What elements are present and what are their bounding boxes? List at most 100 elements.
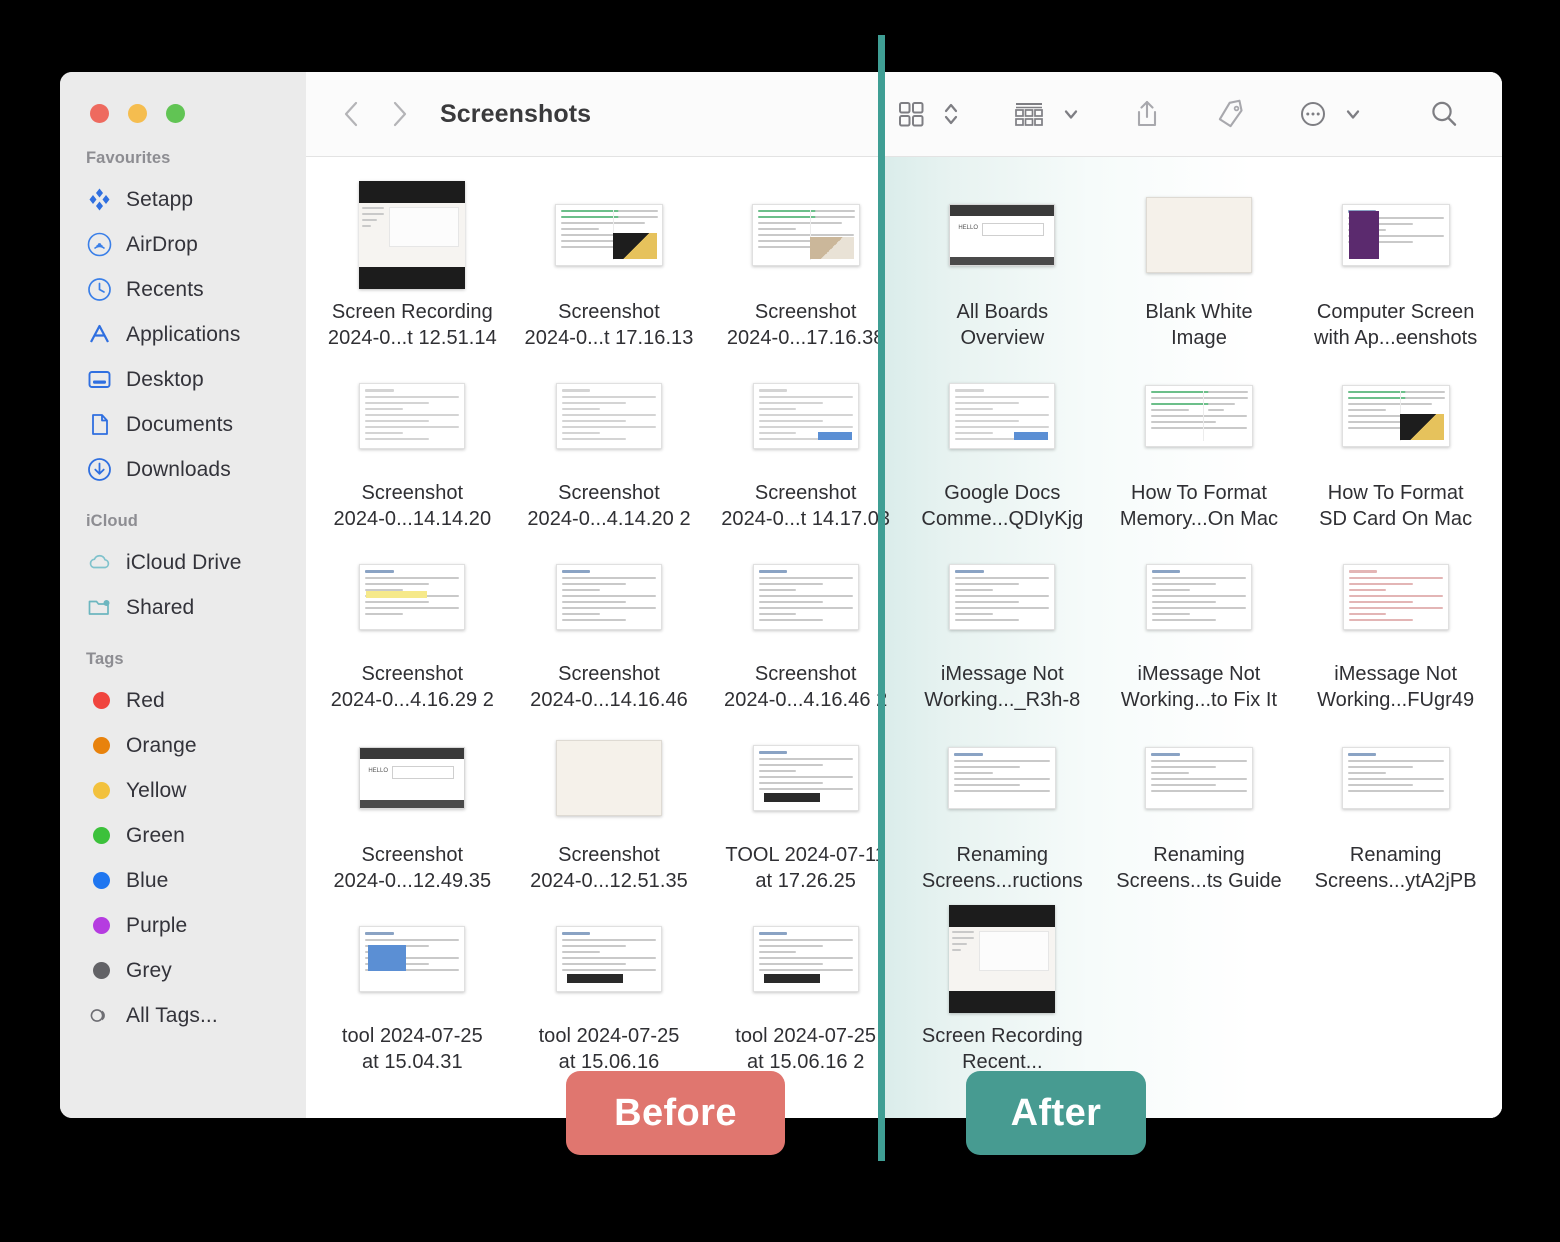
share-icon[interactable] [1116,92,1178,136]
file-thumbnail [555,543,662,651]
search-icon[interactable] [1412,92,1476,136]
sidebar-item-purple[interactable]: Purple [60,903,306,948]
file-item[interactable]: Blank White Image [1101,175,1298,356]
tag-color-dot [93,782,110,799]
file-name-label: tool 2024-07-25 at 15.04.31 [341,1025,483,1073]
sidebar-group: Tags Red Orange Yellow Green Blue Purple Grey Al… [60,650,306,1038]
file-item[interactable]: Computer Screen with Ap...eenshots [1297,175,1494,356]
window-traffic-lights [60,72,306,123]
file-item[interactable]: Screenshot 2024-0...14.16.46 [511,537,708,718]
grid-view-icon[interactable] [880,92,942,136]
file-name-label: Screenshot 2024-0...4.16.46 2 [724,663,887,711]
file-item[interactable]: Screenshot 2024-0...t 17.16.13 [511,175,708,356]
tag-color-dot [93,827,110,844]
file-thumbnail [949,543,1056,651]
sidebar-item-label: Green [126,823,185,847]
sidebar-item-downloads[interactable]: Downloads [60,447,306,492]
file-item[interactable]: How To Format SD Card On Mac [1297,356,1494,537]
file-item[interactable]: iMessage Not Working..._R3h-8 [904,537,1101,718]
before-badge: Before [566,1071,785,1155]
file-name-label: Screenshot 2024-0...4.14.20 2 [527,482,691,530]
file-item[interactable]: HELLO All Boards Overview [904,175,1101,356]
chevron-right-icon[interactable] [388,99,410,129]
file-item[interactable]: Renaming Screens...ts Guide [1101,718,1298,899]
file-thumbnail [1342,543,1449,651]
sidebar-item-label: iCloud Drive [126,550,242,574]
file-item[interactable]: HELLO Screenshot 2024-0...12.49.35 [314,718,511,899]
ellipsis-circle-icon[interactable] [1282,92,1344,136]
file-item[interactable]: Screenshot 2024-0...t 14.17.03 [707,356,904,537]
file-item[interactable]: Screenshot 2024-0...14.14.20 [314,356,511,537]
up-down-chevron-icon[interactable] [942,92,976,136]
sidebar-item-all-tags[interactable]: All Tags... [60,993,306,1038]
sidebar-item-documents[interactable]: Documents [60,402,306,447]
tag-dot-icon [87,823,112,848]
file-item[interactable]: Screenshot 2024-0...12.51.35 [511,718,708,899]
file-item[interactable]: Screenshot 2024-0...4.16.46 2 [707,537,904,718]
group-by-icon[interactable] [996,92,1062,136]
file-item[interactable]: Screen Recording 2024-0...t 12.51.14 [314,175,511,356]
sidebar-item-grey[interactable]: Grey [60,948,306,993]
file-item[interactable]: Renaming Screens...ytA2jPB [1297,718,1494,899]
finder-sidebar: Favourites Setapp AirDrop Recents Applicatio… [60,72,306,1118]
file-thumbnail [1145,543,1252,651]
navigation-arrows [340,99,410,129]
sidebar-item-orange[interactable]: Orange [60,723,306,768]
file-item[interactable]: iMessage Not Working...FUgr49 [1297,537,1494,718]
zoom-button[interactable] [166,104,185,123]
chevron-down-icon[interactable] [1062,92,1096,136]
file-item[interactable]: Renaming Screens...ructions [904,718,1101,899]
sidebar-item-label: AirDrop [126,232,198,256]
after-badge: After [966,1071,1146,1155]
file-name-label: Screenshot 2024-0...4.16.29 2 [330,663,494,711]
sidebar-item-label: Recents [126,277,204,301]
sidebar-list[interactable]: Favourites Setapp AirDrop Recents Applicatio… [60,123,306,1038]
sidebar-item-shared[interactable]: Shared [60,585,306,630]
sidebar-item-recents[interactable]: Recents [60,267,306,312]
close-button[interactable] [90,104,109,123]
sidebar-item-red[interactable]: Red [60,678,306,723]
file-item[interactable]: tool 2024-07-25 at 15.04.31 [314,899,511,1080]
setapp-icon [87,187,112,212]
file-item[interactable]: Screenshot 2024-0...17.16.38 [707,175,904,356]
sidebar-item-airdrop[interactable]: AirDrop [60,222,306,267]
more-chevron-down-icon[interactable] [1344,92,1378,136]
file-item[interactable]: TOOL 2024-07-11 at 17.26.25 [707,718,904,899]
sidebar-item-icloud-drive[interactable]: iCloud Drive [60,540,306,585]
sidebar-item-label: Red [126,688,165,712]
file-item[interactable]: tool 2024-07-25 at 15.06.16 [511,899,708,1080]
file-thumbnail [555,362,662,470]
sidebar-item-green[interactable]: Green [60,813,306,858]
tag-dot-icon [87,958,112,983]
file-item[interactable]: Screen Recording Recent... [904,899,1101,1080]
file-item[interactable]: Screenshot 2024-0...4.14.20 2 [511,356,708,537]
sidebar-item-label: Purple [126,913,188,937]
file-name-label: Renaming Screens...ructions [921,844,1083,892]
sidebar-item-blue[interactable]: Blue [60,858,306,903]
file-item[interactable]: iMessage Not Working...to Fix It [1101,537,1298,718]
file-thumbnail [1341,362,1450,470]
file-name-label: tool 2024-07-25 at 15.06.16 2 [735,1025,877,1073]
chevron-left-icon[interactable] [340,99,362,129]
file-name-label: Screen Recording 2024-0...t 12.51.14 [327,301,497,349]
shared-folder-icon [87,595,112,620]
sidebar-item-applications[interactable]: Applications [60,312,306,357]
tag-color-dot [93,692,110,709]
finder-main: Screenshots Screen Recording 2024-0...t … [306,72,1502,1118]
tag-icon[interactable] [1198,92,1262,136]
file-name-label: tool 2024-07-25 at 15.06.16 [538,1025,680,1073]
minimize-button[interactable] [128,104,147,123]
file-name-label: Blank White Image [1145,301,1253,349]
file-item[interactable]: How To Format Memory...On Mac [1101,356,1298,537]
sidebar-item-label: Documents [126,412,234,436]
sidebar-item-yellow[interactable]: Yellow [60,768,306,813]
download-icon [87,457,112,482]
file-item[interactable]: Screenshot 2024-0...4.16.29 2 [314,537,511,718]
sidebar-item-desktop[interactable]: Desktop [60,357,306,402]
file-cell-empty [1297,899,1494,1080]
sidebar-item-setapp[interactable]: Setapp [60,177,306,222]
file-item[interactable]: Google Docs Comme...QDIyKjg [904,356,1101,537]
file-item[interactable]: tool 2024-07-25 at 15.06.16 2 [707,899,904,1080]
desktop-icon [87,367,112,392]
file-grid[interactable]: Screen Recording 2024-0...t 12.51.14 Scre… [306,157,1502,1118]
